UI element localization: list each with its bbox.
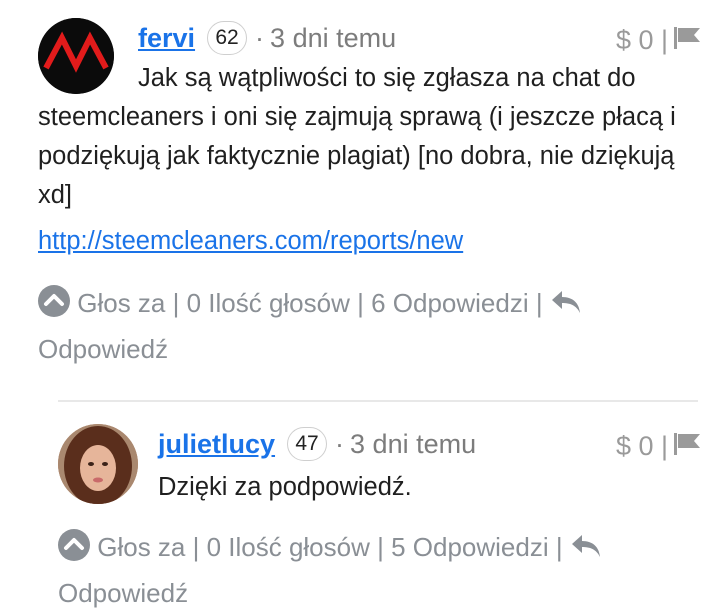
reply-button[interactable]: Odpowiedź [38, 334, 168, 364]
flag-icon[interactable] [674, 25, 700, 56]
comment-body: Jak są wątpliwości to się zgłasza na cha… [38, 64, 676, 209]
avatar-julietlucy[interactable] [58, 424, 138, 504]
author-link[interactable]: fervi [138, 23, 195, 54]
comment-actions: Głos za | 0 Ilość głosów | 6 Odpowiedzi … [38, 283, 688, 370]
separator-dot: · [255, 22, 265, 53]
comment-divider [58, 400, 698, 402]
separator-dot: · [335, 428, 345, 459]
payout-area: $ 0 | [616, 426, 700, 466]
flag-icon[interactable] [674, 431, 700, 462]
comment-link[interactable]: http://steemcleaners.com/reports/new [38, 227, 463, 256]
vote-stats[interactable]: Głos za | 0 Ilość głosów | 5 Odpowiedzi … [97, 532, 562, 562]
avatar-photo [58, 424, 138, 504]
reply-arrow-icon[interactable] [570, 532, 602, 573]
reply-arrow-icon[interactable] [550, 288, 582, 329]
reputation-badge: 62 [207, 21, 248, 55]
comment-header: julietlucy 47 · 3 dni temu [158, 424, 476, 464]
upvote-chevron-icon[interactable] [38, 285, 70, 329]
payout-value[interactable]: $ 0 | [616, 25, 668, 56]
reply-button[interactable]: Odpowiedź [58, 578, 188, 608]
payout-value[interactable]: $ 0 | [616, 431, 668, 462]
comment-body: Dzięki za podpowiedź. [158, 473, 412, 501]
comment-header: fervi 62 · 3 dni temu [138, 18, 396, 58]
reputation-badge: 47 [287, 427, 328, 461]
payout-area: $ 0 | [616, 20, 700, 60]
upvote-chevron-icon[interactable] [58, 529, 90, 573]
timestamp[interactable]: 3 dni temu [270, 23, 396, 54]
comment-actions: Głos za | 0 Ilość głosów | 5 Odpowiedzi … [58, 527, 698, 614]
vote-stats[interactable]: Głos za | 0 Ilość głosów | 6 Odpowiedzi … [77, 288, 542, 318]
timestamp[interactable]: 3 dni temu [350, 429, 476, 460]
author-link[interactable]: julietlucy [158, 429, 275, 460]
